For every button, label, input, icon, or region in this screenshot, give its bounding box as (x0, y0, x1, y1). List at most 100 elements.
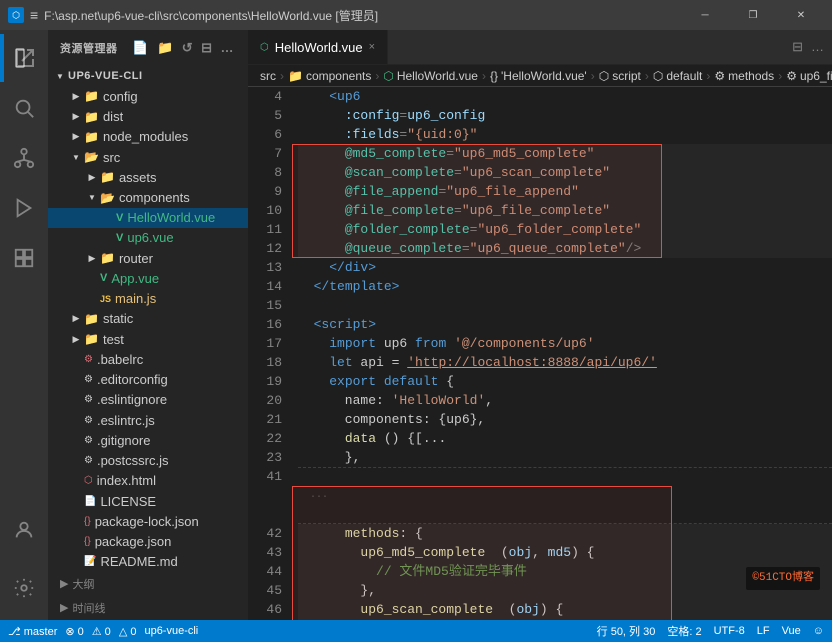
new-file-icon[interactable]: 📄 (130, 38, 151, 58)
activity-debug[interactable] (0, 184, 48, 232)
tree-label-assets: assets (119, 170, 157, 185)
activity-extensions[interactable] (0, 234, 48, 282)
line-ending[interactable]: LF (757, 625, 770, 637)
folder-icon: 📁 (84, 89, 99, 103)
maximize-button[interactable]: ❐ (730, 0, 776, 30)
code-line-14: </template> (298, 277, 832, 296)
tree-item-pkg[interactable]: {} package.json (48, 531, 248, 551)
window-controls: ─ ❐ ✕ (682, 0, 824, 30)
tree-item-eslintrc[interactable]: ⚙ .eslintrc.js (48, 410, 248, 430)
folder-icon-test: 📁 (84, 332, 99, 346)
close-button[interactable]: ✕ (778, 0, 824, 30)
tree-label-up6vue: up6.vue (127, 230, 173, 245)
code-editor[interactable]: <up6 :config=up6_config :fields="{uid:0}… (290, 87, 832, 620)
tree-item-test[interactable]: ▶ 📁 test (48, 329, 248, 349)
cfg-icon-git: ⚙ (84, 435, 93, 446)
vue-icon-hw: V (116, 212, 123, 224)
tree-item-components[interactable]: ▼ 📂 components (48, 187, 248, 207)
titlebar-left: ⬡ ≡ F:\asp.net\up6-vue-cli\src\component… (8, 7, 378, 24)
folder-icon-assets: 📁 (100, 170, 115, 184)
errors-count[interactable]: ⊗ 0 (65, 625, 83, 638)
code-line-10: @file_complete="up6_file_complete" (298, 201, 832, 220)
tree-item-indexhtml[interactable]: ⬡ index.html (48, 471, 248, 491)
tree-item-postcss[interactable]: ⚙ .postcssrc.js (48, 450, 248, 470)
tree-item-static[interactable]: ▶ 📁 static (48, 309, 248, 329)
code-line-18: let api = 'http://localhost:8888/api/up6… (298, 353, 832, 372)
breadcrumb-script[interactable]: ⬡ script (599, 69, 641, 83)
sidebar: 资源管理器 📄 📁 ↺ ⊟ … ▼ UP6-VUE-CLI ▶ 📁 config… (48, 30, 248, 620)
timeline-label: 时间线 (72, 600, 105, 616)
folder-icon-comp: 📂 (100, 191, 115, 205)
tree-root[interactable]: ▼ UP6-VUE-CLI (48, 66, 248, 86)
tree-item-dist[interactable]: ▶ 📁 dist (48, 106, 248, 126)
line-col[interactable]: 行 50, 列 30 (597, 623, 656, 639)
cfg-icon-eslinti: ⚙ (84, 394, 93, 405)
tree-label-test: test (103, 332, 124, 347)
default-icon: ⬡ (653, 69, 663, 83)
tree-item-nodemodules[interactable]: ▶ 📁 node_modules (48, 127, 248, 147)
spaces[interactable]: 空格: 2 (667, 623, 701, 639)
breadcrumb-src[interactable]: src (260, 69, 276, 83)
tree-item-editorconfig[interactable]: ⚙ .editorconfig (48, 370, 248, 390)
activity-settings[interactable] (0, 564, 48, 612)
breadcrumb-default[interactable]: ⬡ default (653, 69, 703, 83)
hamburger-icon[interactable]: ≡ (30, 7, 38, 23)
code-line-4: <up6 (298, 87, 832, 106)
tree-item-eslintignore[interactable]: ⚙ .eslintignore (48, 390, 248, 410)
minimize-button[interactable]: ─ (682, 0, 728, 30)
tree-item-babelrc[interactable]: ⚙ .babelrc (48, 349, 248, 369)
breadcrumb-helloworldstr[interactable]: {} 'HelloWorld.vue' (490, 69, 587, 83)
collapse-icon[interactable]: ⊟ (199, 38, 214, 58)
code-line-17: import up6 from '@/components/up6' (298, 334, 832, 353)
editor-area: ⬡ HelloWorld.vue × ⊟ … src › 📁 component… (248, 30, 832, 620)
git-icon: ⎇ (8, 626, 21, 638)
tree-item-config[interactable]: ▶ 📁 config (48, 86, 248, 106)
activity-explorer[interactable] (0, 34, 48, 82)
activity-search[interactable] (0, 84, 48, 132)
breadcrumb-helloworld[interactable]: ⬡ HelloWorld.vue (383, 69, 478, 83)
feedback-icon[interactable]: ☺ (813, 625, 824, 637)
cfg-icon-eslintrc: ⚙ (84, 415, 93, 426)
code-line-20: name: 'HelloWorld', (298, 391, 832, 410)
git-branch[interactable]: ⎇ master (8, 625, 57, 638)
tree-item-gitignore[interactable]: ⚙ .gitignore (48, 430, 248, 450)
new-folder-icon[interactable]: 📁 (155, 38, 176, 58)
split-editor-icon[interactable]: ⊟ (792, 39, 803, 55)
tree-item-readme[interactable]: 📝 README.md (48, 552, 248, 572)
timeline-section[interactable]: ▶ 时间线 (48, 596, 248, 620)
code-line-43: // 文件MD5验证完毕事件 (298, 562, 832, 581)
activity-account[interactable] (0, 506, 48, 554)
braces-icon: {} (490, 69, 498, 83)
tree-item-helloworld[interactable]: V HelloWorld.vue (48, 208, 248, 228)
project-name[interactable]: up6-vue-cli (144, 625, 198, 637)
tree-item-appvue[interactable]: V App.vue (48, 268, 248, 288)
refresh-icon[interactable]: ↺ (180, 38, 195, 58)
tree-item-up6vue[interactable]: V up6.vue (48, 228, 248, 248)
warnings-count[interactable]: ⚠ 0 (92, 625, 111, 638)
tree-item-pkglock[interactable]: {} package-lock.json (48, 511, 248, 531)
editor-tab-helloworld[interactable]: ⬡ HelloWorld.vue × (248, 30, 388, 64)
tab-close-button[interactable]: × (369, 41, 375, 53)
js-icon-main: JS (100, 294, 111, 304)
outline-section[interactable]: ▶ 大纲 (48, 572, 248, 596)
breadcrumb-methods[interactable]: ⚙ methods (714, 69, 774, 83)
tree-label-readme: README.md (100, 554, 177, 569)
titlebar: ⬡ ≡ F:\asp.net\up6-vue-cli\src\component… (0, 0, 832, 30)
activity-git[interactable] (0, 134, 48, 182)
func-icon: ⚙ (786, 69, 797, 83)
breadcrumb-components[interactable]: 📁 components (288, 69, 371, 83)
more-actions-icon[interactable]: … (811, 39, 824, 54)
code-line-gap: ... (298, 467, 832, 524)
tree-item-router[interactable]: ▶ 📁 router (48, 248, 248, 268)
tab-area-icons: ⊟ … (784, 30, 832, 64)
breadcrumb-up6filecomplete[interactable]: ⚙ up6_file_complete (786, 69, 832, 83)
sidebar-header-icons: 📄 📁 ↺ ⊟ … (130, 38, 236, 58)
tree-item-assets[interactable]: ▶ 📁 assets (48, 167, 248, 187)
tree-item-src[interactable]: ▼ 📂 src (48, 147, 248, 167)
tree-item-license[interactable]: 📄 LICENSE (48, 491, 248, 511)
language-mode[interactable]: Vue (782, 625, 801, 637)
more-icon[interactable]: … (219, 38, 237, 58)
info-count[interactable]: △ 0 (119, 625, 137, 638)
tree-item-mainjs[interactable]: JS main.js (48, 289, 248, 309)
encoding[interactable]: UTF-8 (714, 625, 745, 637)
